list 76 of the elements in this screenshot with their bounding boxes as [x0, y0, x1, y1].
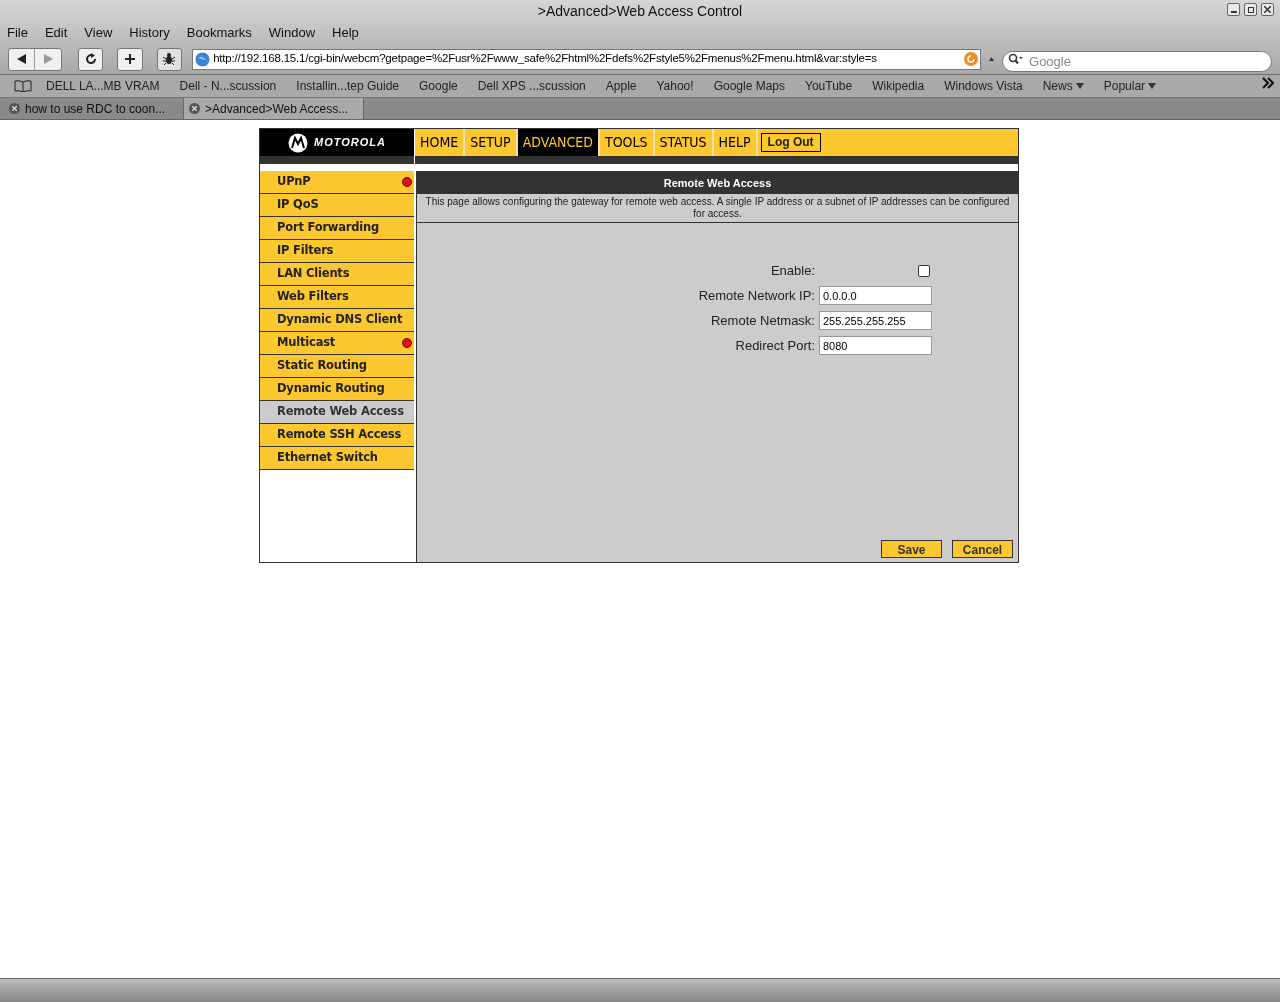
- tab-label: how to use RDC to coon...: [25, 100, 166, 118]
- add-bookmark-button[interactable]: [117, 47, 143, 71]
- back-arrow-icon: [16, 54, 27, 64]
- bookmark-link[interactable]: Google Maps: [713, 77, 785, 95]
- sidebar-item[interactable]: Web Filters: [260, 286, 414, 309]
- bookmark-link[interactable]: Yahoo!: [656, 77, 694, 95]
- search-field[interactable]: Google: [1002, 50, 1272, 72]
- form-button[interactable]: Cancel: [952, 540, 1013, 558]
- search-icon: [1008, 52, 1024, 65]
- bookmark-link[interactable]: Apple: [605, 77, 637, 95]
- field-label: Remote Netmask:: [709, 311, 815, 330]
- sidebar-item[interactable]: Static Routing: [260, 355, 414, 378]
- sidebar-item[interactable]: UPnP: [260, 171, 414, 194]
- field-label: Redirect Port:: [734, 336, 815, 355]
- sidebar-item[interactable]: Ethernet Switch: [260, 447, 414, 470]
- input-field[interactable]: 255.255.255.255: [819, 311, 932, 330]
- browser-tab[interactable]: >Advanced>Web Access...: [184, 98, 364, 119]
- bookmark-link[interactable]: YouTube: [805, 77, 853, 95]
- caret-icon: [989, 57, 994, 61]
- input-field[interactable]: 0.0.0.0: [819, 286, 932, 305]
- sidebar-item[interactable]: Remote Web Access: [260, 401, 414, 424]
- close-icon: [1264, 6, 1271, 13]
- plus-icon: [124, 53, 137, 65]
- window-title: >Advanced>Web Access Control: [537, 1, 743, 21]
- input-field[interactable]: 8080: [819, 336, 932, 355]
- globe-icon: [195, 51, 211, 67]
- bookmark-link[interactable]: News: [1042, 77, 1084, 95]
- bookmark-link[interactable]: Dell - N...scussion: [179, 77, 277, 95]
- menu-item[interactable]: Edit: [44, 23, 68, 43]
- bookmark-link[interactable]: Dell XPS ...scussion: [477, 77, 586, 95]
- bookmark-link[interactable]: Popular: [1103, 77, 1157, 95]
- reload-icon: [84, 53, 97, 65]
- url-text: http://192.168.15.1/cgi-bin/webcm?getpage=%2Fusr%2Fwww_safe%2Fhtml%2Fdefs%2Fstyle5%2Fmenus%2Fmenu.html&var:style=s: [213, 51, 878, 67]
- more-bookmarks-icon[interactable]: [1262, 77, 1274, 89]
- sidebar-item[interactable]: Multicast: [260, 332, 414, 355]
- minimize-button[interactable]: [1227, 3, 1240, 16]
- menu-item[interactable]: History: [129, 23, 170, 43]
- sidebar-item[interactable]: IP Filters: [260, 240, 414, 263]
- maximize-button[interactable]: [1244, 3, 1257, 16]
- enable-checkbox[interactable]: [918, 264, 930, 277]
- sidebar-item[interactable]: Port Forwarding: [260, 217, 414, 240]
- book-icon[interactable]: [14, 80, 32, 92]
- forward-arrow-icon: [43, 54, 53, 64]
- bug-icon[interactable]: [156, 47, 183, 71]
- close-icon[interactable]: [189, 103, 200, 114]
- menu-item[interactable]: View: [84, 23, 113, 43]
- bookmark-link[interactable]: Wikipedia: [872, 77, 925, 95]
- reload-button[interactable]: [78, 47, 104, 71]
- sidebar-item[interactable]: IP QoS: [260, 194, 414, 217]
- bookmark-link[interactable]: Installin...tep Guide: [296, 77, 400, 95]
- logo: MOTOROLA: [260, 129, 414, 156]
- menu-item[interactable]: Window: [268, 23, 316, 43]
- address-field[interactable]: http://192.168.15.1/cgi-bin/webcm?getpage=%2Fusr%2Fwww_safe%2Fhtml%2Fdefs%2Fstyle5%2Fmenus%2Fmenu.html&var:style=s: [192, 48, 982, 70]
- sidebar-item[interactable]: Dynamic Routing: [260, 378, 414, 401]
- caret-icon: [1148, 83, 1157, 89]
- sidebar-item[interactable]: Remote SSH Access: [260, 424, 414, 447]
- caret-icon: [1075, 83, 1084, 89]
- field-label: Remote Network IP:: [697, 286, 815, 305]
- nav-tab[interactable]: ADVANCED: [517, 129, 600, 156]
- menu-item[interactable]: File: [7, 23, 28, 43]
- bookmark-link[interactable]: Google: [419, 77, 458, 95]
- bookmark-link[interactable]: Windows Vista: [944, 77, 1023, 95]
- field-label: Enable:: [769, 261, 815, 280]
- sidebar-item[interactable]: Dynamic DNS Client: [260, 309, 414, 332]
- close-button[interactable]: [1261, 3, 1274, 16]
- bookmark-link[interactable]: DELL LA...MB VRAM: [46, 77, 160, 95]
- form-button[interactable]: Save: [881, 540, 942, 558]
- description-text: This page allows configuring the gateway for remote web access. A single IP address or a subnet of IP addresses can be configured for access.: [417, 194, 1018, 223]
- logout-button[interactable]: Log Out: [760, 133, 821, 152]
- menu-item[interactable]: Help: [332, 23, 359, 43]
- close-icon[interactable]: [9, 103, 20, 114]
- menu-item[interactable]: Bookmarks: [186, 23, 252, 43]
- logo-icon: [288, 132, 308, 153]
- panel-title: Remote Web Access: [417, 172, 1018, 194]
- sidebar-item[interactable]: LAN Clients: [260, 263, 414, 286]
- tab-label: >Advanced>Web Access...: [205, 100, 349, 118]
